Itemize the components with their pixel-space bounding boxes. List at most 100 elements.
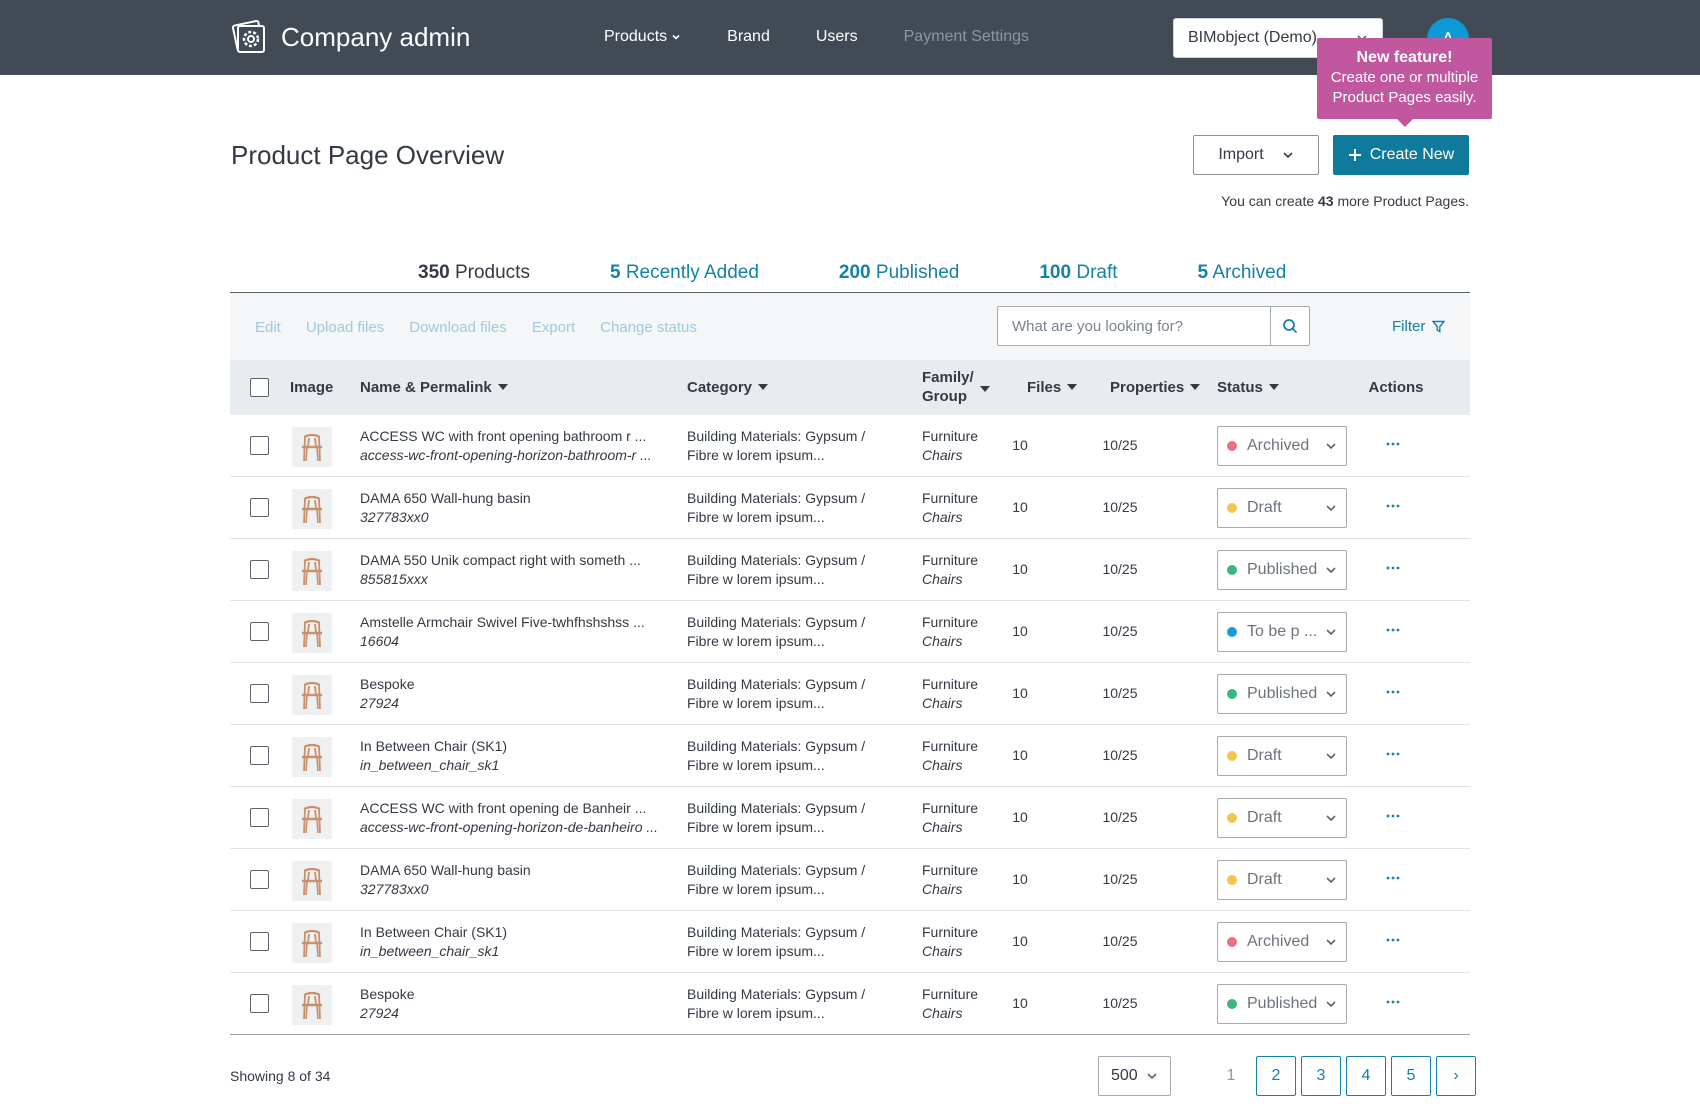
- status-select[interactable]: Draft: [1217, 798, 1347, 838]
- status-select[interactable]: Draft: [1217, 488, 1347, 528]
- row-actions-button[interactable]: [1383, 682, 1403, 702]
- row-checkbox[interactable]: [250, 932, 269, 951]
- tab-draft[interactable]: 100 Draft: [1039, 262, 1117, 284]
- table-row[interactable]: Amstelle Armchair Swivel Five-twhfhshshs…: [230, 601, 1470, 663]
- select-all-checkbox[interactable]: [250, 378, 269, 397]
- tab-archived[interactable]: 5 Archived: [1198, 262, 1287, 284]
- per-page-select[interactable]: 500: [1098, 1056, 1171, 1096]
- nav-brand[interactable]: Brand: [727, 28, 770, 46]
- col-properties[interactable]: Properties: [1110, 378, 1201, 397]
- product-thumbnail: [292, 675, 332, 715]
- row-checkbox[interactable]: [250, 994, 269, 1013]
- row-checkbox[interactable]: [250, 808, 269, 827]
- plus-icon: [1348, 148, 1362, 162]
- product-name: Amstelle Armchair Swivel Five-twhfhshshs…: [360, 614, 645, 630]
- status-select[interactable]: Published: [1217, 984, 1347, 1024]
- status-select[interactable]: Draft: [1217, 736, 1347, 776]
- status-select[interactable]: Archived: [1217, 426, 1347, 466]
- status-select[interactable]: Published: [1217, 674, 1347, 714]
- row-checkbox[interactable]: [250, 436, 269, 455]
- name-cell[interactable]: ACCESS WC with front opening bathroom r …: [360, 427, 660, 465]
- name-cell[interactable]: In Between Chair (SK1) in_between_chair_…: [360, 737, 660, 775]
- row-actions-button[interactable]: [1383, 806, 1403, 826]
- table-row[interactable]: DAMA 650 Wall-hung basin 327783xx0 Build…: [230, 477, 1470, 539]
- import-button-label: Import: [1218, 146, 1264, 163]
- name-cell[interactable]: In Between Chair (SK1) in_between_chair_…: [360, 923, 660, 961]
- upload-files-action[interactable]: Upload files: [306, 319, 384, 336]
- table-row[interactable]: Bespoke 27924 Building Materials: Gypsum…: [230, 973, 1470, 1035]
- change-status-action[interactable]: Change status: [600, 319, 697, 336]
- page-5[interactable]: 5: [1391, 1056, 1431, 1096]
- status-select[interactable]: To be p ...: [1217, 612, 1347, 652]
- download-files-action[interactable]: Download files: [409, 319, 507, 336]
- table-row[interactable]: DAMA 650 Wall-hung basin 327783xx0 Build…: [230, 849, 1470, 911]
- properties-count: 10/25: [1102, 437, 1138, 453]
- name-cell[interactable]: Bespoke 27924: [360, 675, 660, 713]
- name-cell[interactable]: DAMA 650 Wall-hung basin 327783xx0: [360, 861, 660, 899]
- tab-products[interactable]: 350 Products: [418, 262, 530, 284]
- product-name: In Between Chair (SK1): [360, 738, 508, 754]
- row-actions-button[interactable]: [1383, 620, 1403, 640]
- filter-icon: [1432, 320, 1446, 333]
- row-actions-button[interactable]: [1383, 930, 1403, 950]
- row-actions-button[interactable]: [1383, 558, 1403, 578]
- col-family[interactable]: Family/ Group: [922, 368, 990, 406]
- row-actions-button[interactable]: [1383, 496, 1403, 516]
- col-files[interactable]: Files: [1027, 378, 1078, 397]
- page-2[interactable]: 2: [1256, 1056, 1296, 1096]
- status-select[interactable]: Draft: [1217, 860, 1347, 900]
- table-row[interactable]: Bespoke 27924 Building Materials: Gypsum…: [230, 663, 1470, 725]
- row-checkbox[interactable]: [250, 498, 269, 517]
- category-line-1: Building Materials: Gypsum /: [687, 800, 866, 816]
- nav-users[interactable]: Users: [816, 28, 858, 46]
- create-new-button[interactable]: Create New: [1333, 135, 1469, 175]
- product-name: DAMA 550 Unik compact right with someth …: [360, 552, 641, 568]
- row-actions-button[interactable]: [1383, 992, 1403, 1012]
- row-checkbox[interactable]: [250, 870, 269, 889]
- status-select[interactable]: Published: [1217, 550, 1347, 590]
- next-page-button[interactable]: ›: [1436, 1056, 1476, 1096]
- table-row[interactable]: DAMA 550 Unik compact right with someth …: [230, 539, 1470, 601]
- table-row[interactable]: ACCESS WC with front opening bathroom r …: [230, 415, 1470, 477]
- brand[interactable]: Company admin: [229, 17, 470, 57]
- row-checkbox[interactable]: [250, 684, 269, 703]
- col-name[interactable]: Name & Permalink: [360, 378, 508, 397]
- product-permalink: 16604: [360, 633, 399, 649]
- product-name: Bespoke: [360, 986, 415, 1002]
- search-input[interactable]: [998, 307, 1270, 345]
- row-checkbox[interactable]: [250, 560, 269, 579]
- table-row[interactable]: In Between Chair (SK1) in_between_chair_…: [230, 911, 1470, 973]
- properties-count: 10/25: [1102, 809, 1138, 825]
- row-checkbox[interactable]: [250, 622, 269, 641]
- export-action[interactable]: Export: [532, 319, 575, 336]
- row-actions-button[interactable]: [1383, 744, 1403, 764]
- name-cell[interactable]: DAMA 550 Unik compact right with someth …: [360, 551, 660, 589]
- name-cell[interactable]: ACCESS WC with front opening de Banheir …: [360, 799, 660, 837]
- name-cell[interactable]: DAMA 650 Wall-hung basin 327783xx0: [360, 489, 660, 527]
- name-cell[interactable]: Bespoke 27924: [360, 985, 660, 1023]
- search-button[interactable]: [1270, 307, 1309, 345]
- row-checkbox[interactable]: [250, 746, 269, 765]
- col-category[interactable]: Category: [687, 378, 769, 397]
- tab-recently-added[interactable]: 5 Recently Added: [610, 262, 759, 284]
- edit-action[interactable]: Edit: [255, 319, 281, 336]
- row-actions-button[interactable]: [1383, 434, 1403, 454]
- row-actions-button[interactable]: [1383, 868, 1403, 888]
- tab-published[interactable]: 200 Published: [839, 262, 959, 284]
- table-row[interactable]: ACCESS WC with front opening de Banheir …: [230, 787, 1470, 849]
- nav-products[interactable]: Products: [604, 28, 681, 46]
- more-horizontal-icon: [1386, 442, 1400, 446]
- page-4[interactable]: 4: [1346, 1056, 1386, 1096]
- filter-button[interactable]: Filter: [1392, 318, 1446, 335]
- table-row[interactable]: In Between Chair (SK1) in_between_chair_…: [230, 725, 1470, 787]
- name-cell[interactable]: Amstelle Armchair Swivel Five-twhfhshshs…: [360, 613, 660, 651]
- page-3[interactable]: 3: [1301, 1056, 1341, 1096]
- import-button[interactable]: Import: [1193, 135, 1319, 175]
- status-select[interactable]: Archived: [1217, 922, 1347, 962]
- group-name: Chairs: [922, 819, 963, 835]
- col-status[interactable]: Status: [1217, 378, 1279, 397]
- sort-down-icon: [758, 384, 769, 391]
- category-line-2: Fibre w lorem ipsum...: [687, 509, 825, 525]
- page-1[interactable]: 1: [1211, 1056, 1251, 1096]
- table-header: Image Name & Permalink Category Family/ …: [230, 360, 1470, 415]
